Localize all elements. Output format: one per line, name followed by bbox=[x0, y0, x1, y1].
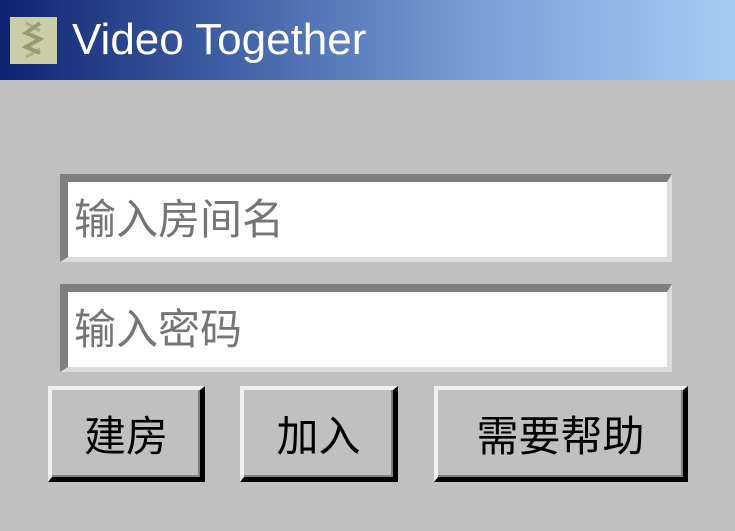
app-logo-icon bbox=[10, 17, 57, 64]
create-room-button[interactable]: 建房 bbox=[48, 386, 205, 482]
room-name-field[interactable] bbox=[60, 174, 672, 262]
join-room-button[interactable]: 加入 bbox=[240, 386, 398, 482]
video-together-window: Video Together 建房 加入 需要帮助 bbox=[0, 0, 735, 531]
window-title: Video Together bbox=[72, 15, 367, 64]
password-input[interactable] bbox=[68, 292, 667, 367]
app-logo-graphic bbox=[10, 17, 57, 64]
password-field[interactable] bbox=[60, 284, 672, 372]
title-bar[interactable]: Video Together bbox=[0, 0, 735, 80]
help-button[interactable]: 需要帮助 bbox=[434, 386, 688, 482]
room-name-input[interactable] bbox=[68, 182, 667, 257]
